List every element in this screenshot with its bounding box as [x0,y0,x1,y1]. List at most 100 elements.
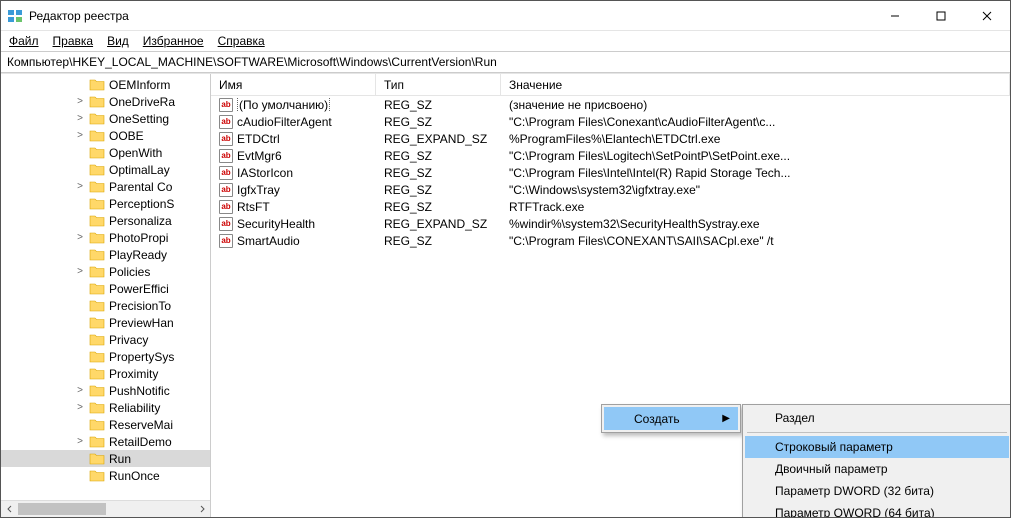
tree-item[interactable]: PerceptionS [1,195,210,212]
value-row[interactable]: abEvtMgr6REG_SZ"C:\Program Files\Logitec… [211,147,1010,164]
expand-icon[interactable]: > [75,181,85,192]
value-row[interactable]: ab(По умолчанию)REG_SZ(значение не присв… [211,96,1010,113]
value-name: SmartAudio [237,234,300,248]
menu-view[interactable]: Вид [107,34,129,48]
menu-file[interactable]: Файл [9,34,39,48]
menu-new-key[interactable]: Раздел [745,407,1009,429]
tree-item-label: Policies [109,265,150,279]
value-row[interactable]: abETDCtrlREG_EXPAND_SZ%ProgramFiles%\Ela… [211,130,1010,147]
col-name[interactable]: Имя [211,74,376,95]
value-name: (По умолчанию) [237,98,330,112]
value-data: RTFTrack.exe [501,200,1010,214]
scroll-right-icon[interactable] [193,501,210,518]
tree-item[interactable]: >Reliability [1,399,210,416]
tree-item[interactable]: >OneSetting [1,110,210,127]
tree-item-label: Parental Co [109,180,172,194]
value-data: %windir%\system32\SecurityHealthSystray.… [501,217,1010,231]
maximize-button[interactable] [918,1,964,30]
value-type: REG_SZ [376,166,501,180]
close-button[interactable] [964,1,1010,30]
folder-icon [89,469,105,482]
tree-h-scrollbar[interactable] [1,500,210,517]
value-row[interactable]: abIgfxTrayREG_SZ"C:\Windows\system32\igf… [211,181,1010,198]
folder-icon [89,129,105,142]
folder-icon [89,78,105,91]
menu-create-label: Создать [634,412,680,426]
string-value-icon: ab [219,217,233,231]
value-data: "C:\Program Files\Conexant\cAudioFilterA… [501,115,1010,129]
tree-item[interactable]: Privacy [1,331,210,348]
app-icon [7,8,23,24]
scroll-track[interactable] [18,501,193,517]
expand-icon[interactable]: > [75,130,85,141]
value-row[interactable]: abIAStorIconREG_SZ"C:\Program Files\Inte… [211,164,1010,181]
tree-item[interactable]: >OOBE [1,127,210,144]
tree-item[interactable]: PlayReady [1,246,210,263]
tree-item[interactable]: PrecisionTo [1,297,210,314]
tree-item[interactable]: >PhotoPropi [1,229,210,246]
menu-new-binary[interactable]: Двоичный параметр [745,458,1009,480]
chevron-right-icon: ▶ [722,413,730,424]
window-title: Редактор реестра [29,9,872,23]
tree-item[interactable]: > Parental Co [1,178,210,195]
expand-icon[interactable]: > [75,402,85,413]
tree-item[interactable]: >PushNotific [1,382,210,399]
value-row[interactable]: abSecurityHealthREG_EXPAND_SZ%windir%\sy… [211,215,1010,232]
col-value[interactable]: Значение [501,74,1010,95]
folder-icon [89,146,105,159]
menu-separator [747,432,1007,433]
tree-item[interactable]: PreviewHan [1,314,210,331]
expand-icon[interactable]: > [75,436,85,447]
value-name: EvtMgr6 [237,149,282,163]
tree-item[interactable]: PropertySys [1,348,210,365]
scroll-thumb[interactable] [18,503,106,515]
menu-help[interactable]: Справка [218,34,265,48]
context-submenu-new: Раздел Строковый параметр Двоичный парам… [742,404,1010,517]
tree-item-label: OpenWith [109,146,162,160]
tree-item[interactable]: Personaliza [1,212,210,229]
tree-item[interactable]: PowerEffici [1,280,210,297]
tree-item[interactable]: Run [1,450,210,467]
value-row[interactable]: abcAudioFilterAgentREG_SZ"C:\Program Fil… [211,113,1010,130]
value-row[interactable]: abRtsFTREG_SZRTFTrack.exe [211,198,1010,215]
tree-item[interactable]: OEMInform [1,76,210,93]
expand-icon[interactable]: > [75,385,85,396]
tree-item-label: OEMInform [109,78,170,92]
tree-item-label: RetailDemo [109,435,172,449]
value-name: IAStorIcon [237,166,293,180]
menu-new-dword[interactable]: Параметр DWORD (32 бита) [745,480,1009,502]
tree-item[interactable]: > RetailDemo [1,433,210,450]
tree-item[interactable]: ReserveMai [1,416,210,433]
menu-edit[interactable]: Правка [53,34,94,48]
value-name: ETDCtrl [237,132,280,146]
tree-item[interactable]: >OneDriveRa [1,93,210,110]
tree-item[interactable]: RunOnce [1,467,210,484]
expand-icon[interactable]: > [75,96,85,107]
expand-icon[interactable]: > [75,266,85,277]
folder-icon [89,282,105,295]
tree-item[interactable]: > Policies [1,263,210,280]
address-bar[interactable]: Компьютер\HKEY_LOCAL_MACHINE\SOFTWARE\Mi… [1,51,1010,73]
folder-icon [89,401,105,414]
tree-item[interactable]: OpenWith [1,144,210,161]
folder-icon [89,214,105,227]
folder-icon [89,350,105,363]
col-type[interactable]: Тип [376,74,501,95]
tree-item-label: OptimalLay [109,163,170,177]
value-row[interactable]: abSmartAudioREG_SZ"C:\Program Files\CONE… [211,232,1010,249]
menu-create[interactable]: Создать ▶ [604,407,738,430]
menu-new-string[interactable]: Строковый параметр [745,436,1009,458]
tree-item-label: Privacy [109,333,148,347]
menu-new-qword[interactable]: Параметр QWORD (64 бита) [745,502,1009,517]
string-value-icon: ab [219,200,233,214]
expand-icon[interactable]: > [75,113,85,124]
folder-icon [89,316,105,329]
scroll-left-icon[interactable] [1,501,18,518]
string-value-icon: ab [219,183,233,197]
minimize-button[interactable] [872,1,918,30]
tree-item[interactable]: Proximity [1,365,210,382]
titlebar[interactable]: Редактор реестра [1,1,1010,31]
menu-favorites[interactable]: Избранное [143,34,204,48]
tree-item[interactable]: OptimalLay [1,161,210,178]
expand-icon[interactable]: > [75,232,85,243]
